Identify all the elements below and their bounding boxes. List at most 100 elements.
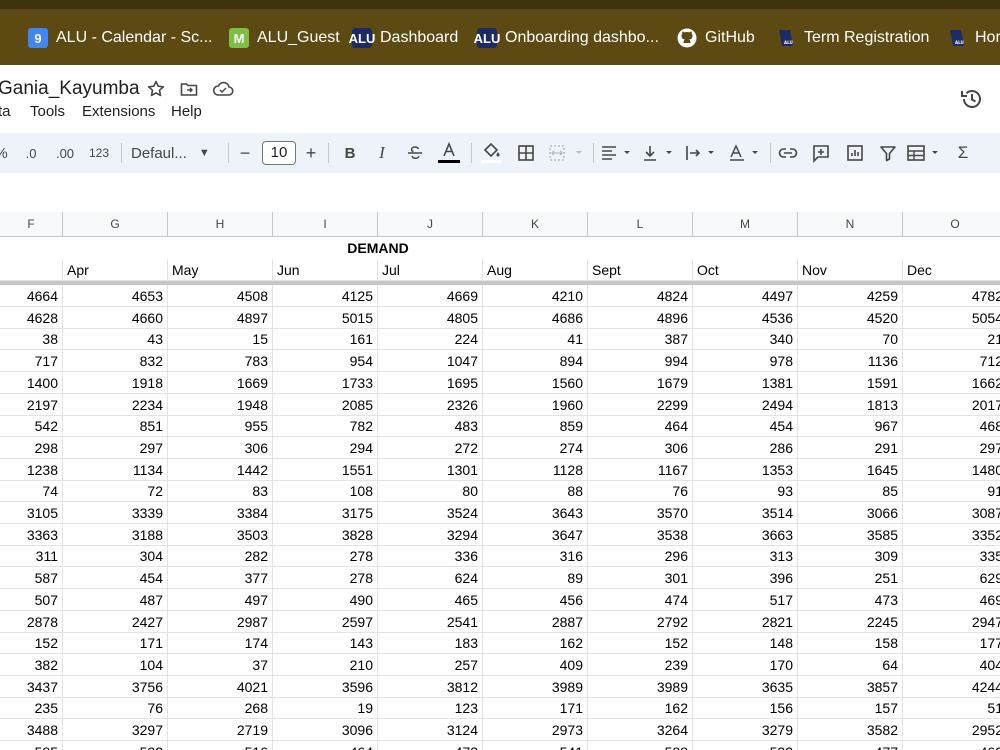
italic-button[interactable]: I [372, 133, 392, 173]
table-cell[interactable]: 1662 [903, 372, 1000, 394]
document-title[interactable]: Gania_Kayumba [0, 78, 140, 100]
table-cell[interactable]: 304 [63, 545, 168, 568]
table-cell[interactable]: 282 [168, 545, 273, 568]
table-cell[interactable]: 3105 [0, 502, 63, 524]
table-cell[interactable]: 4664 [0, 285, 63, 307]
table-cell[interactable]: 587 [0, 567, 63, 590]
table-cell[interactable]: 21 [903, 328, 1000, 351]
table-cell[interactable]: 1381 [693, 371, 798, 394]
table-cell[interactable]: 1669 [168, 371, 273, 394]
table-cell[interactable]: 183 [378, 632, 483, 655]
bookmark-github[interactable]: GitHub [677, 27, 755, 49]
table-cell[interactable]: 1948 [168, 393, 273, 416]
table-cell[interactable]: 1591 [798, 371, 903, 394]
table-cell[interactable]: 542 [0, 415, 63, 438]
table-cell[interactable]: 894 [483, 350, 588, 373]
table-cell[interactable]: 3188 [63, 523, 168, 546]
table-cell[interactable]: 4021 [168, 675, 273, 698]
table-cell[interactable]: 3488 [0, 719, 63, 741]
table-cell[interactable]: 404 [903, 654, 1000, 676]
table-cell[interactable]: 851 [63, 415, 168, 438]
table-cell[interactable]: 143 [273, 632, 378, 655]
font-family-select[interactable]: Defaul... ▼ [131, 133, 221, 173]
decrease-decimal-button[interactable]: .0 [20, 133, 42, 173]
table-cell[interactable]: 1400 [0, 371, 63, 394]
table-views-button[interactable] [906, 133, 944, 173]
table-cell[interactable]: 454 [63, 567, 168, 590]
table-cell[interactable]: 377 [168, 567, 273, 590]
table-cell[interactable]: 4805 [378, 306, 483, 329]
table-cell[interactable]: 85 [798, 480, 903, 503]
table-cell[interactable]: 624 [378, 567, 483, 590]
table-cell[interactable]: 4660 [63, 306, 168, 329]
bookmark-alu-guest[interactable]: M ALU_Guest [229, 27, 340, 49]
table-cell[interactable]: 306 [588, 436, 693, 459]
table-cell[interactable]: 782 [273, 415, 378, 438]
fill-color-button[interactable] [480, 133, 502, 173]
table-cell[interactable]: 1551 [273, 458, 378, 481]
table-cell[interactable]: 783 [168, 350, 273, 373]
table-cell[interactable]: 3294 [378, 523, 483, 546]
table-cell[interactable]: 306 [168, 436, 273, 459]
table-cell[interactable]: 15 [168, 328, 273, 351]
table-cell[interactable]: 3175 [273, 502, 378, 524]
table-cell[interactable]: 72 [63, 480, 168, 503]
table-cell[interactable]: 1733 [273, 371, 378, 394]
table-cell[interactable]: 309 [798, 545, 903, 568]
table-cell[interactable]: 4536 [693, 306, 798, 329]
table-cell[interactable]: 4210 [483, 285, 588, 307]
table-cell[interactable]: 2878 [0, 610, 63, 633]
table-cell[interactable]: 3596 [273, 675, 378, 698]
table-cell[interactable]: 712 [903, 350, 1000, 373]
table-cell[interactable]: 41 [483, 328, 588, 351]
cloud-saved-icon[interactable] [212, 79, 234, 99]
bookmark-term-registration[interactable]: ALU Term Registration [776, 27, 929, 49]
menu-extensions[interactable]: Extensions [82, 103, 155, 120]
table-cell[interactable]: 3384 [168, 502, 273, 524]
table-cell[interactable]: 588 [588, 740, 693, 750]
font-size-decrease-button[interactable]: − [236, 133, 254, 173]
menu-tools[interactable]: Tools [30, 103, 65, 120]
table-cell[interactable]: 4669 [378, 285, 483, 307]
table-cell[interactable]: 74 [0, 480, 63, 503]
column-header-k[interactable]: K [483, 212, 588, 236]
table-cell[interactable]: 297 [903, 437, 1000, 459]
table-cell[interactable]: 483 [378, 415, 483, 438]
table-cell[interactable]: 291 [798, 436, 903, 459]
table-cell[interactable]: 38 [0, 328, 63, 351]
table-cell[interactable]: 3857 [798, 675, 903, 698]
version-history-icon[interactable] [958, 85, 986, 113]
table-cell[interactable]: 468 [903, 415, 1000, 438]
table-cell[interactable]: 1134 [63, 458, 168, 481]
table-cell[interactable]: 4508 [168, 285, 273, 307]
table-cell[interactable]: 832 [63, 350, 168, 373]
table-cell[interactable]: 3066 [798, 502, 903, 524]
month-header-cell[interactable]: Dec [903, 259, 1000, 281]
font-size-increase-button[interactable]: + [302, 133, 320, 173]
bookmark-calendar[interactable]: 9 ALU - Calendar - Sc... [28, 27, 213, 49]
borders-button[interactable] [515, 133, 537, 173]
table-cell[interactable]: 4520 [798, 306, 903, 329]
table-cell[interactable]: 3582 [798, 719, 903, 741]
table-cell[interactable]: 177 [903, 632, 1000, 655]
table-cell[interactable]: 2952 [903, 719, 1000, 741]
table-cell[interactable]: 454 [693, 415, 798, 438]
table-cell[interactable]: 174 [168, 632, 273, 655]
table-cell[interactable]: 3124 [378, 719, 483, 741]
table-cell[interactable]: 967 [798, 415, 903, 438]
table-cell[interactable]: 340 [693, 328, 798, 351]
table-cell[interactable]: 1480 [903, 459, 1000, 481]
table-cell[interactable]: 532 [63, 740, 168, 750]
table-cell[interactable]: 296 [588, 545, 693, 568]
column-header-h[interactable]: H [168, 212, 273, 236]
table-cell[interactable]: 1167 [588, 458, 693, 481]
table-cell[interactable]: 1960 [483, 393, 588, 416]
table-cell[interactable]: 2197 [0, 393, 63, 416]
table-cell[interactable]: 4497 [693, 285, 798, 307]
table-cell[interactable]: 152 [588, 632, 693, 655]
table-cell[interactable]: 4896 [588, 306, 693, 329]
text-rotation-button[interactable] [728, 133, 764, 173]
table-cell[interactable]: 1442 [168, 458, 273, 481]
month-header-cell[interactable]: Jul [378, 259, 483, 281]
table-cell[interactable]: 1047 [378, 350, 483, 373]
